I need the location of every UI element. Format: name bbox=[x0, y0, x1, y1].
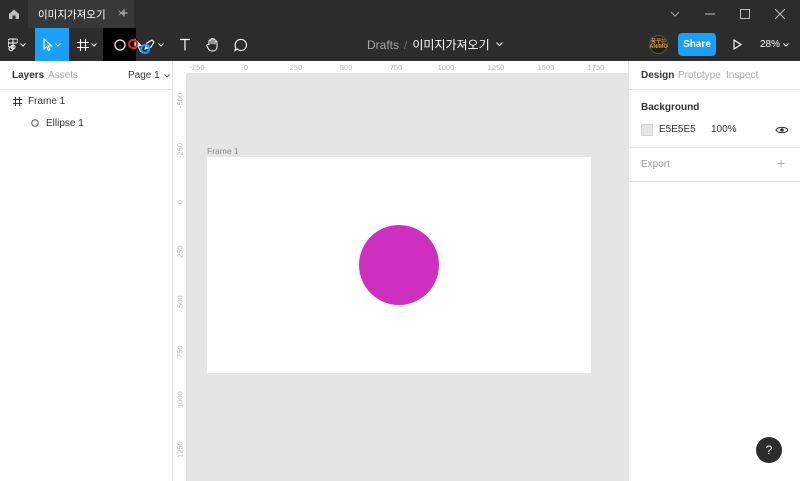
click-indicator-icon bbox=[127, 38, 151, 55]
ruler-left: -500 -250 0 250 500 750 1000 1250 bbox=[173, 74, 187, 481]
breadcrumb-separator: / bbox=[404, 37, 408, 52]
ruler-tick-label: 250 bbox=[175, 245, 185, 258]
help-button[interactable]: ? bbox=[756, 437, 782, 463]
maximize-button[interactable] bbox=[727, 0, 763, 28]
tab-prototype[interactable]: Prototype bbox=[678, 70, 721, 81]
layers-panel: Layers Assets Page 1 Frame 1 Ellipse 1 bbox=[0, 61, 173, 481]
frame-hash-icon bbox=[13, 96, 22, 106]
text-icon bbox=[180, 38, 190, 51]
background-hex-input[interactable]: E5E5E5 bbox=[659, 124, 696, 135]
ruler-tick-label: 1250 bbox=[487, 63, 505, 72]
ruler-corner bbox=[173, 61, 187, 74]
tab-design[interactable]: Design bbox=[641, 70, 674, 81]
ruler-tick-label: 0 bbox=[243, 63, 249, 72]
ruler-tick-label: 250 bbox=[289, 63, 303, 72]
figma-logo-icon bbox=[8, 38, 18, 51]
right-panel-tabs: Design Prototype Inspect bbox=[629, 61, 800, 90]
chevron-down-icon bbox=[783, 42, 789, 47]
layer-row-frame[interactable]: Frame 1 bbox=[0, 90, 172, 112]
ruler-tick-label: 1500 bbox=[537, 63, 555, 72]
main-menu-button[interactable] bbox=[0, 28, 34, 61]
ruler-tick-label: 1000 bbox=[175, 391, 185, 408]
comment-tool-button[interactable] bbox=[228, 28, 254, 61]
frame-hash-icon bbox=[77, 38, 89, 51]
chevron-down-icon bbox=[670, 11, 680, 17]
properties-panel: Design Prototype Inspect Background E5E5… bbox=[628, 61, 800, 481]
hand-tool-button[interactable] bbox=[200, 28, 226, 61]
frame-label[interactable]: Frame 1 bbox=[207, 146, 239, 156]
breadcrumb-drafts-link[interactable]: Drafts bbox=[367, 38, 399, 52]
chevron-down-icon bbox=[157, 42, 164, 47]
close-window-button[interactable] bbox=[762, 0, 798, 28]
ellipse-icon bbox=[113, 38, 126, 51]
home-icon bbox=[9, 9, 19, 19]
zoom-dropdown[interactable]: 28% bbox=[760, 28, 789, 61]
background-opacity-input[interactable]: 100% bbox=[711, 124, 737, 135]
ruler-tick-label: 750 bbox=[175, 345, 185, 358]
breadcrumb: Drafts / 이미지가져오기 bbox=[367, 28, 503, 61]
ruler-tick-label: 500 bbox=[339, 63, 353, 72]
share-button[interactable]: Share bbox=[678, 33, 716, 56]
move-tool-button[interactable] bbox=[35, 28, 69, 61]
page-selector[interactable]: Page 1 bbox=[128, 70, 171, 81]
background-color-swatch[interactable] bbox=[641, 124, 653, 136]
present-button[interactable] bbox=[728, 28, 746, 61]
comment-icon bbox=[234, 38, 247, 52]
avatar[interactable]: 꿈꾸는 ANIMO bbox=[649, 35, 668, 54]
zoom-value: 28% bbox=[760, 39, 781, 50]
text-tool-button[interactable] bbox=[172, 28, 198, 61]
ruler-tick-label: 500 bbox=[175, 295, 185, 308]
ruler-tick-label: 1000 bbox=[437, 63, 455, 72]
ruler-tick-label: -250 bbox=[189, 63, 205, 72]
page-label: Page 1 bbox=[128, 70, 160, 81]
ellipse-icon bbox=[31, 119, 39, 127]
file-name[interactable]: 이미지가져오기 bbox=[412, 36, 489, 53]
ruler-tick-label: 1750 bbox=[587, 63, 605, 72]
toolbar: Drafts / 이미지가져오기 꿈꾸는 ANIMO Share 28% bbox=[0, 28, 800, 61]
tab-assets[interactable]: Assets bbox=[48, 70, 78, 81]
minimize-button[interactable] bbox=[692, 0, 728, 28]
ruler-tick-label: 0 bbox=[175, 199, 185, 205]
play-icon bbox=[732, 39, 742, 50]
layer-name: Ellipse 1 bbox=[46, 117, 84, 129]
tab-list-chevron-button[interactable] bbox=[657, 0, 693, 28]
new-tab-icon[interactable]: + bbox=[116, 5, 132, 23]
file-tab-title: 이미지가져오기 bbox=[38, 8, 106, 21]
title-bar: 이미지가져오기 × + bbox=[0, 0, 800, 28]
ruler-tick-label: -500 bbox=[175, 92, 185, 108]
ellipse-shape[interactable] bbox=[359, 225, 439, 305]
ruler-tick-label: 1250 bbox=[175, 441, 185, 458]
layer-row-ellipse[interactable]: Ellipse 1 bbox=[0, 112, 172, 134]
maximize-icon bbox=[740, 9, 750, 19]
ruler-tick-label: -250 bbox=[175, 142, 185, 158]
divider bbox=[629, 181, 800, 182]
chevron-down-icon bbox=[91, 42, 97, 47]
background-section-title: Background bbox=[641, 102, 700, 113]
left-panel-tabs: Layers Assets Page 1 bbox=[0, 61, 172, 90]
minimize-icon bbox=[705, 13, 715, 15]
home-button[interactable] bbox=[0, 0, 28, 28]
export-section-title: Export bbox=[641, 159, 670, 170]
chevron-down-icon bbox=[164, 74, 171, 78]
ruler-tick-label: 750 bbox=[389, 63, 403, 72]
frame-tool-button[interactable] bbox=[71, 28, 103, 61]
chevron-down-icon[interactable] bbox=[495, 42, 503, 47]
chevron-down-icon bbox=[20, 42, 26, 47]
layer-name: Frame 1 bbox=[28, 95, 66, 107]
add-export-icon[interactable]: + bbox=[777, 156, 785, 170]
tab-inspect[interactable]: Inspect bbox=[726, 70, 758, 81]
move-cursor-icon bbox=[43, 38, 53, 51]
ruler-top: -250 0 250 500 750 1000 1250 1500 1750 bbox=[173, 61, 628, 74]
close-icon bbox=[775, 9, 785, 19]
chevron-down-icon bbox=[55, 42, 61, 47]
tab-layers[interactable]: Layers bbox=[12, 70, 44, 81]
eye-icon[interactable] bbox=[775, 124, 789, 136]
hand-icon bbox=[206, 38, 218, 52]
divider bbox=[629, 147, 800, 148]
